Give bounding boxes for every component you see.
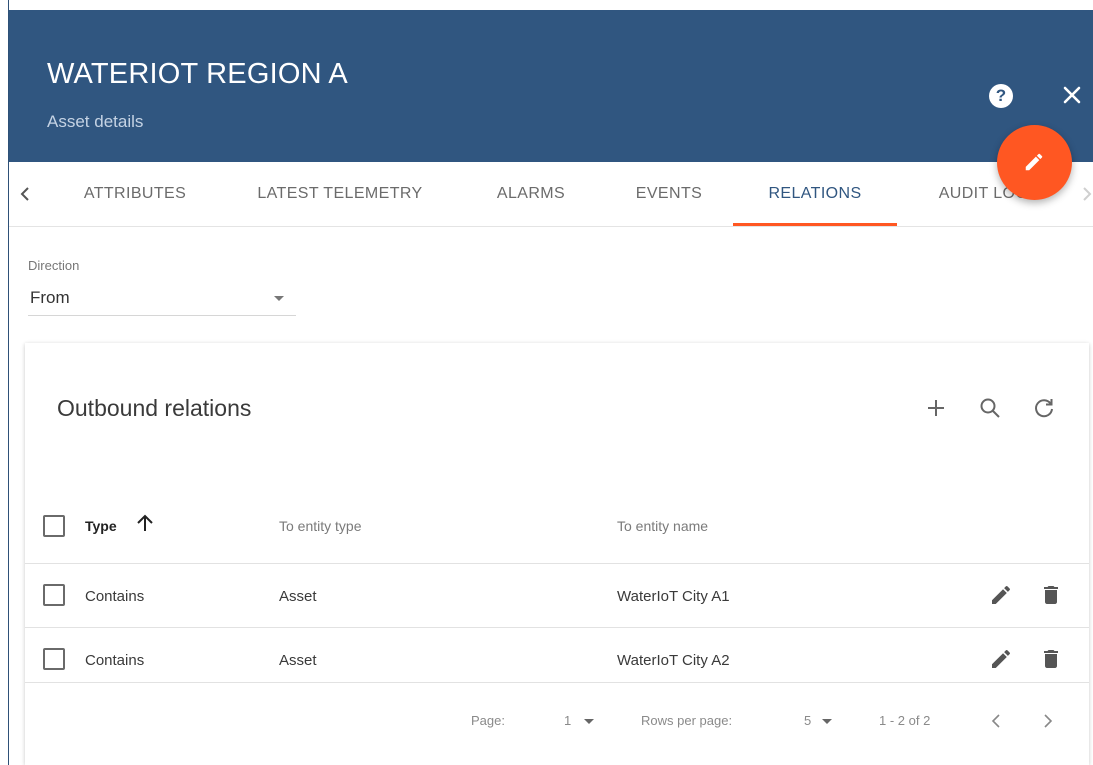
entity-name-cell: WaterIoT City A1 [617,588,730,605]
row-checkbox[interactable] [43,648,65,670]
relation-type-cell: Contains [85,652,145,669]
asset-subtitle: Asset details [47,112,144,131]
delete-icon[interactable] [1039,583,1063,607]
asset-details-panel: WATERIOT REGION A Asset details ? ATTRIB… [9,10,1093,765]
pencil-icon[interactable] [989,583,1013,607]
search-icon[interactable] [977,395,1003,421]
relations-card: Outbound relations Type To entity type T… [25,343,1089,765]
rows-per-page-label: Rows per page: [641,713,733,728]
chevron-left-icon[interactable] [985,710,1007,732]
page-label: Page: [471,713,505,728]
relations-title: Outbound relations [57,395,252,421]
dropdown-caret-icon[interactable] [584,719,594,724]
direction-select[interactable]: From [28,284,296,316]
direction-label: Direction [28,258,80,273]
tab-relations[interactable]: RELATIONS [733,162,897,226]
arrow-up-icon[interactable] [133,511,157,535]
table-pagination: Page: 1 Rows per page: 5 1 - 2 of 2 [25,682,1089,765]
relation-type-cell: Contains [85,588,145,605]
window-left-edge [0,0,9,765]
pagination-range: 1 - 2 of 2 [879,713,931,728]
chevron-right-icon[interactable] [1075,182,1093,206]
refresh-icon[interactable] [1031,395,1057,421]
select-all-checkbox[interactable] [43,515,65,537]
pencil-icon[interactable] [989,647,1013,671]
tab-attributes[interactable]: ATTRIBUTES [57,162,213,226]
pencil-icon [1025,153,1043,171]
tab-latest-telemetry[interactable]: LATEST TELEMETRY [235,162,445,226]
rows-per-page-select[interactable]: 5 [804,713,811,728]
column-header-to-entity-name[interactable]: To entity name [617,518,708,534]
direction-value: From [30,288,70,307]
entity-type-cell: Asset [279,588,317,605]
page-select[interactable]: 1 [564,713,571,728]
tab-alarms[interactable]: ALARMS [469,162,593,226]
edit-fab-button[interactable] [997,125,1072,200]
delete-icon[interactable] [1039,647,1063,671]
row-checkbox[interactable] [43,584,65,606]
chevron-right-icon[interactable] [1037,710,1059,732]
table-row[interactable]: Contains Asset WaterIoT City A1 [25,563,1089,628]
column-header-type[interactable]: Type [85,518,117,534]
dropdown-caret-icon [274,296,284,301]
plus-icon[interactable] [923,395,949,421]
tab-bar: ATTRIBUTES LATEST TELEMETRY ALARMS EVENT… [9,162,1093,227]
details-header: WATERIOT REGION A Asset details ? [9,10,1093,162]
chevron-left-icon[interactable] [13,182,37,206]
column-header-to-entity-type[interactable]: To entity type [279,518,362,534]
asset-title: WATERIOT REGION A [47,58,348,90]
help-icon[interactable]: ? [989,84,1013,108]
dropdown-caret-icon[interactable] [822,719,832,724]
close-icon[interactable] [1057,80,1087,110]
tab-events[interactable]: EVENTS [609,162,729,226]
entity-type-cell: Asset [279,652,317,669]
active-tab-indicator [733,223,897,226]
entity-name-cell: WaterIoT City A2 [617,652,730,669]
